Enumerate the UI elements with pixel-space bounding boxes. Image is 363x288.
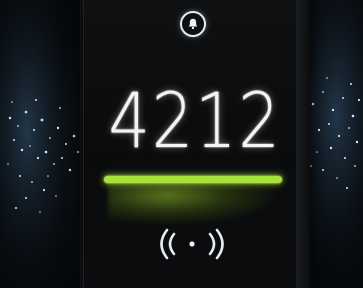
bell-icon [186,17,200,31]
code-display: 4212 [108,75,282,165]
contactless-icon [152,226,232,262]
status-bar-glow [108,183,278,225]
device-scene: 4212 [0,0,363,288]
sparkle-backdrop-left [0,0,90,288]
panel-frame-right [296,0,310,288]
contactless-reader[interactable] [152,226,232,262]
status-bar [104,176,282,183]
bell-button[interactable] [180,11,206,37]
